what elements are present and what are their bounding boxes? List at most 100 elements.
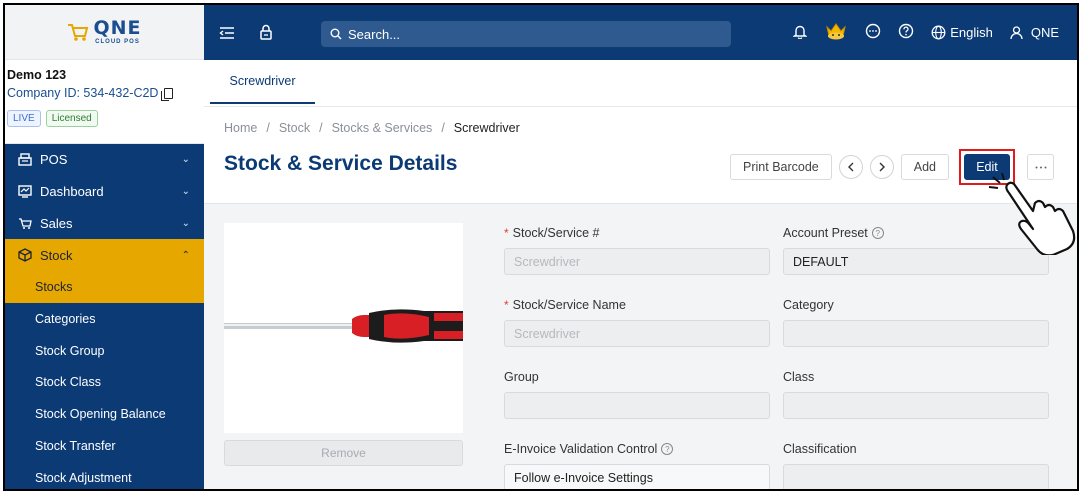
stock-no-label-text: Stock/Service # <box>512 226 600 240</box>
chevron-up-icon: ⌃ <box>181 249 190 261</box>
sidebar-item-stock[interactable]: Stock ⌃ <box>5 239 204 272</box>
sales-icon <box>17 215 33 231</box>
sidebar-item-label: Sales <box>40 215 73 231</box>
app-window: QNE CLOUD POS Demo 123 Company ID: 534-4… <box>3 3 1079 491</box>
add-button[interactable]: Add <box>900 154 949 180</box>
help-icon[interactable] <box>898 23 914 42</box>
ellipsis-icon <box>1035 166 1046 168</box>
sidebar-subitem-stock-class[interactable]: Stock Class <box>5 367 204 399</box>
globe-icon <box>931 25 946 40</box>
account-preset-label-text: Account Preset <box>783 226 868 240</box>
einvoice-label-text: E-Invoice Validation Control <box>504 442 658 456</box>
category-field[interactable] <box>783 320 1049 347</box>
sidebar-item-pos[interactable]: POS ⌄ <box>5 144 204 176</box>
language-label: English <box>950 25 993 40</box>
user-icon <box>1010 25 1023 39</box>
screwdriver-image <box>224 309 463 343</box>
logo-text: QNE <box>93 17 142 39</box>
sidebar-nav: POS ⌄ Dashboard ⌄ Sales ⌄ Stock ⌃ Stocks… <box>5 144 204 489</box>
breadcrumb-home[interactable]: Home <box>224 121 257 135</box>
company-name: Demo 123 <box>7 68 67 82</box>
chevron-down-icon: ⌄ <box>181 186 190 198</box>
class-field[interactable] <box>783 392 1049 419</box>
stock-name-label: * Stock/Service Name <box>504 298 626 312</box>
sidebar-subitem-stock-group[interactable]: Stock Group <box>5 335 204 367</box>
print-barcode-button[interactable]: Print Barcode <box>730 154 832 180</box>
classification-field[interactable] <box>783 464 1049 489</box>
breadcrumb-current: Screwdriver <box>453 121 520 135</box>
logo-subtext: CLOUD POS <box>95 39 140 45</box>
stock-name-label-text: Stock/Service Name <box>512 298 626 312</box>
breadcrumb-separator: / <box>319 121 323 135</box>
sidebar-subitem-stocks[interactable]: Stocks <box>5 271 204 303</box>
chevron-right-icon <box>879 162 885 172</box>
required-asterisk: * <box>504 298 509 312</box>
pointing-hand-icon <box>988 173 1076 255</box>
collapse-menu-icon[interactable] <box>216 22 238 44</box>
breadcrumb-stocks-services[interactable]: Stocks & Services <box>332 121 433 135</box>
stock-no-label: * Stock/Service # <box>504 226 600 240</box>
stock-icon <box>17 247 33 263</box>
sidebar: QNE CLOUD POS Demo 123 Company ID: 534-4… <box>5 5 204 489</box>
search-input[interactable] <box>348 26 708 42</box>
previous-record-button[interactable] <box>838 155 863 179</box>
cart-logo-icon <box>68 24 89 41</box>
crown-mascot-icon[interactable] <box>824 21 848 44</box>
stock-name-field[interactable]: Screwdriver <box>504 320 770 347</box>
tab-screwdriver[interactable]: Screwdriver <box>210 60 315 104</box>
product-image[interactable] <box>224 223 463 433</box>
account-preset-label: Account Preset ? <box>783 226 884 240</box>
stock-no-field[interactable]: Screwdriver <box>504 248 770 275</box>
class-label: Class <box>783 370 815 384</box>
category-label: Category <box>783 298 834 312</box>
language-selector[interactable]: English <box>931 25 993 40</box>
company-info: Demo 123 Company ID: 534-432-C2D LIVE Li… <box>5 60 204 144</box>
bell-icon[interactable] <box>792 24 808 42</box>
details-panel: Remove * Stock/Service # Screwdriver Acc… <box>204 203 1077 489</box>
search-icon <box>330 28 342 40</box>
next-record-button[interactable] <box>869 155 894 179</box>
sidebar-item-sales[interactable]: Sales ⌄ <box>5 208 204 240</box>
licensed-badge: Licensed <box>45 110 98 127</box>
user-menu[interactable]: QNE <box>1010 25 1059 40</box>
sidebar-item-label: Stock <box>40 247 73 263</box>
sidebar-item-label: POS <box>40 152 68 168</box>
chevron-down-icon: ⌄ <box>181 154 190 166</box>
tab-bar: Screwdriver <box>204 60 1077 107</box>
chevron-down-icon: ⌄ <box>181 217 190 229</box>
group-label: Group <box>504 370 539 384</box>
question-circle-icon[interactable]: ? <box>661 443 674 455</box>
sidebar-subitem-stock-transfer[interactable]: Stock Transfer <box>5 430 204 462</box>
lock-icon[interactable] <box>255 21 277 43</box>
einvoice-label: E-Invoice Validation Control ? <box>504 442 674 456</box>
copy-icon[interactable] <box>161 87 174 101</box>
top-bar: English QNE <box>204 5 1077 60</box>
sidebar-item-dashboard[interactable]: Dashboard ⌄ <box>5 176 204 208</box>
breadcrumb-stock[interactable]: Stock <box>279 121 310 135</box>
brand-logo: QNE CLOUD POS <box>67 19 141 45</box>
sidebar-subitem-stock-opening-balance[interactable]: Stock Opening Balance <box>5 398 204 430</box>
live-badge: LIVE <box>7 110 41 127</box>
sidebar-subitem-stock-adjustment[interactable]: Stock Adjustment <box>5 462 204 489</box>
company-id: Company ID: 534-432-C2D <box>7 86 159 100</box>
remove-image-button[interactable]: Remove <box>224 440 463 466</box>
question-circle-icon[interactable]: ? <box>871 227 884 239</box>
pos-icon <box>17 152 33 168</box>
required-asterisk: * <box>504 226 509 240</box>
breadcrumb-separator: / <box>266 121 270 135</box>
chevron-left-icon <box>847 162 854 172</box>
group-field[interactable] <box>504 392 770 419</box>
sidebar-subitem-categories[interactable]: Categories <box>5 303 204 335</box>
sidebar-item-label: Dashboard <box>40 184 104 200</box>
page-title: Stock & Service Details <box>224 152 458 175</box>
logo-area[interactable]: QNE CLOUD POS <box>5 5 204 60</box>
main-content: Screwdriver Home / Stock / Stocks & Serv… <box>204 60 1077 489</box>
einvoice-field[interactable]: Follow e-Invoice Settings <box>504 464 770 489</box>
search-bar[interactable] <box>321 21 731 47</box>
user-name: QNE <box>1030 25 1059 40</box>
breadcrumb: Home / Stock / Stocks & Services / Screw… <box>224 121 520 135</box>
dashboard-icon <box>17 184 33 200</box>
chat-icon[interactable] <box>865 23 881 42</box>
classification-label: Classification <box>783 442 857 456</box>
breadcrumb-separator: / <box>441 121 445 135</box>
